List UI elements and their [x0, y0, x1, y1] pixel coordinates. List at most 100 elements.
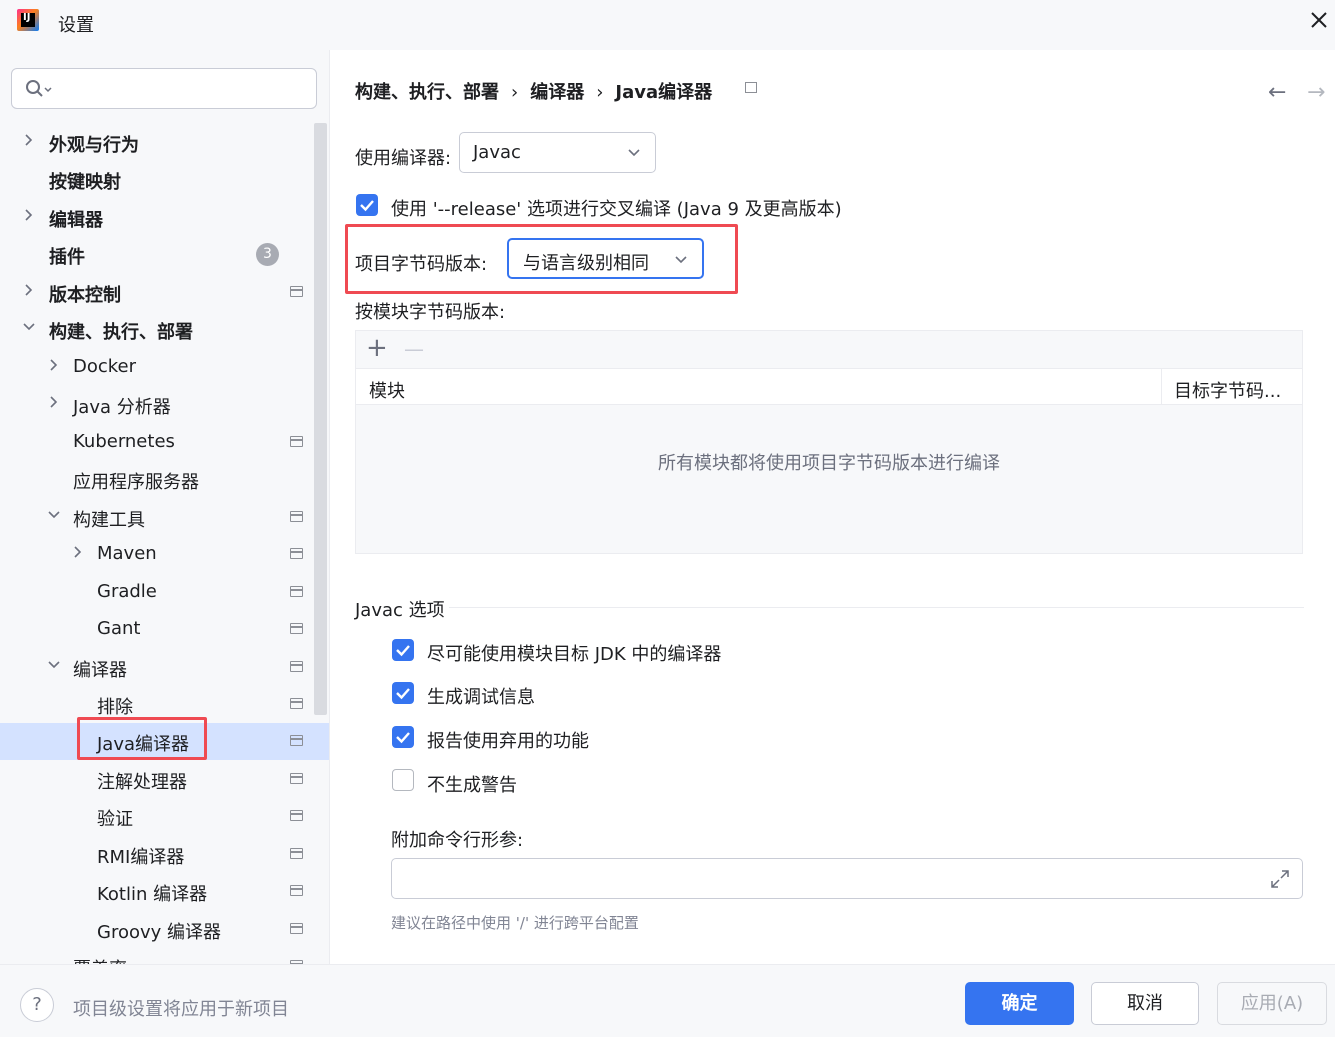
sidebar-item-build-tools[interactable]: 构建工具	[0, 499, 329, 536]
sidebar-item-maven[interactable]: Maven	[0, 536, 329, 573]
sidebar-item-label: Docker	[73, 356, 137, 377]
sidebar-item-plugins[interactable]: 插件 3	[0, 236, 329, 273]
project-settings-icon	[290, 623, 303, 634]
sidebar-item-kubernetes[interactable]: Kubernetes	[0, 424, 329, 461]
project-settings-icon	[290, 586, 303, 597]
footer-note: 项目级设置将应用于新项目	[73, 999, 289, 1020]
back-arrow-icon[interactable]: ←	[1268, 80, 1286, 105]
search-input[interactable]	[11, 68, 317, 109]
sidebar-item-label: Groovy 编译器	[97, 922, 222, 943]
extra-params-field[interactable]	[391, 858, 1303, 899]
window-title: 设置	[58, 15, 94, 36]
sidebar-item-compiler[interactable]: 编译器	[0, 649, 329, 686]
breadcrumb-item: Java编译器	[615, 82, 713, 103]
sidebar-item-label: 按键映射	[49, 172, 121, 193]
javac-option-checkbox[interactable]	[392, 682, 414, 704]
javac-option-checkbox[interactable]	[392, 769, 414, 791]
sidebar-item-vcs[interactable]: 版本控制	[0, 274, 329, 311]
help-icon[interactable]: ?	[20, 988, 54, 1022]
extra-params-label: 附加命令行形参:	[391, 830, 524, 851]
sidebar-item-docker[interactable]: Docker	[0, 349, 329, 386]
chevron-down-icon	[48, 511, 60, 519]
javac-option-checkbox[interactable]	[392, 726, 414, 748]
chevron-down-icon	[23, 323, 35, 331]
sidebar-item-label: 构建、执行、部署	[49, 322, 193, 343]
javac-section-title: Javac 选项	[355, 600, 445, 621]
remove-icon[interactable]: —	[404, 337, 424, 361]
cancel-button[interactable]: 取消	[1091, 982, 1199, 1025]
project-settings-icon	[290, 286, 303, 297]
breadcrumb-item[interactable]: 编译器	[530, 78, 584, 104]
project-settings-icon	[290, 698, 303, 709]
project-settings-icon	[290, 773, 303, 784]
sidebar-item-keymap[interactable]: 按键映射	[0, 161, 329, 198]
dialog-footer: ? 项目级设置将应用于新项目 确定 取消 应用(A)	[0, 964, 1335, 1037]
sidebar-item-annotation-processors[interactable]: 注解处理器	[0, 761, 329, 798]
sidebar-item-kotlin-compiler[interactable]: Kotlin 编译器	[0, 873, 329, 910]
project-settings-icon	[290, 735, 303, 746]
project-settings-icon	[745, 82, 757, 93]
sidebar-item-label: 构建工具	[73, 510, 145, 531]
chevron-right-icon	[25, 134, 33, 146]
compiler-select[interactable]: Javac	[459, 132, 656, 173]
chevron-right-icon	[50, 396, 58, 408]
sidebar-item-label: Java 分析器	[73, 397, 171, 418]
path-hint: 建议在路径中使用 '/' 进行跨平台配置	[391, 914, 639, 932]
javac-option-label: 尽可能使用模块目标 JDK 中的编译器	[427, 644, 722, 665]
sidebar-item-editor[interactable]: 编辑器	[0, 199, 329, 236]
sidebar-item-label: 验证	[97, 809, 133, 830]
column-header-module[interactable]: 模块	[369, 377, 405, 403]
project-settings-icon	[290, 848, 303, 859]
sidebar-item-coverage[interactable]: 覆盖率	[0, 948, 329, 964]
release-option-label: 使用 '--release' 选项进行交叉编译 (Java 9 及更高版本)	[391, 199, 842, 220]
forward-arrow-icon[interactable]: →	[1307, 80, 1325, 105]
sidebar-item-gradle[interactable]: Gradle	[0, 574, 329, 611]
settings-content: 构建、执行、部署 › 编译器 › Java编译器 ← → 使用编译器: Javac 使用…	[331, 50, 1335, 964]
close-icon[interactable]	[1305, 6, 1333, 34]
sidebar-item-java-profiler[interactable]: Java 分析器	[0, 386, 329, 423]
section-divider	[449, 607, 1304, 608]
apply-button[interactable]: 应用(A)	[1217, 982, 1327, 1025]
project-settings-icon	[290, 436, 303, 447]
highlight-box	[77, 717, 207, 760]
sidebar-item-label: Maven	[97, 543, 157, 564]
sidebar-item-groovy-compiler[interactable]: Groovy 编译器	[0, 911, 329, 948]
sidebar-item-gant[interactable]: Gant	[0, 611, 329, 648]
sidebar-item-label: 外观与行为	[49, 135, 139, 156]
chevron-down-icon	[628, 149, 640, 157]
sidebar-item-app-servers[interactable]: 应用程序服务器	[0, 461, 329, 498]
sidebar-item-label: 覆盖率	[73, 955, 127, 964]
sidebar-item-build-exec-deploy[interactable]: 构建、执行、部署	[0, 311, 329, 348]
sidebar-item-label: Gradle	[97, 581, 157, 602]
sidebar-item-label: Kubernetes	[73, 431, 175, 452]
breadcrumb-separator: ›	[511, 82, 519, 103]
table-header: 模块 目标字节码...	[356, 369, 1302, 405]
sidebar-item-appearance[interactable]: 外观与行为	[0, 124, 329, 161]
release-option-checkbox[interactable]	[356, 194, 378, 216]
project-settings-icon	[290, 885, 303, 896]
compiler-label: 使用编译器:	[355, 148, 452, 169]
sidebar-item-label: Kotlin 编译器	[97, 884, 208, 905]
expand-icon[interactable]	[1269, 868, 1291, 890]
column-header-target[interactable]: 目标字节码...	[1174, 377, 1281, 403]
sidebar-item-validation[interactable]: 验证	[0, 798, 329, 835]
chevron-down-icon	[48, 661, 60, 669]
javac-option-checkbox[interactable]	[392, 639, 414, 661]
chevron-right-icon	[74, 546, 82, 558]
per-module-label: 按模块字节码版本:	[355, 302, 506, 323]
sidebar-item-label: RMI编译器	[97, 847, 185, 868]
settings-sidebar: 外观与行为 按键映射 编辑器 插件 3 版本控制 构建、执行、部署 Docker…	[0, 50, 330, 964]
sidebar-item-rmi-compiler[interactable]: RMI编译器	[0, 836, 329, 873]
sidebar-item-label: 插件	[49, 247, 85, 268]
chevron-right-icon	[25, 209, 33, 221]
breadcrumb-item[interactable]: 构建、执行、部署	[355, 78, 499, 104]
sidebar-item-label: 编辑器	[49, 210, 103, 231]
ok-button[interactable]: 确定	[965, 982, 1074, 1025]
module-bytecode-table: + — 模块 目标字节码... 所有模块都将使用项目字节码版本进行编译	[355, 330, 1303, 554]
javac-option-label: 报告使用弃用的功能	[427, 731, 589, 752]
project-settings-icon	[290, 511, 303, 522]
breadcrumb: 构建、执行、部署 › 编译器 › Java编译器	[355, 78, 712, 104]
chevron-right-icon	[50, 359, 58, 371]
add-icon[interactable]: +	[366, 333, 388, 363]
project-settings-icon	[290, 810, 303, 821]
